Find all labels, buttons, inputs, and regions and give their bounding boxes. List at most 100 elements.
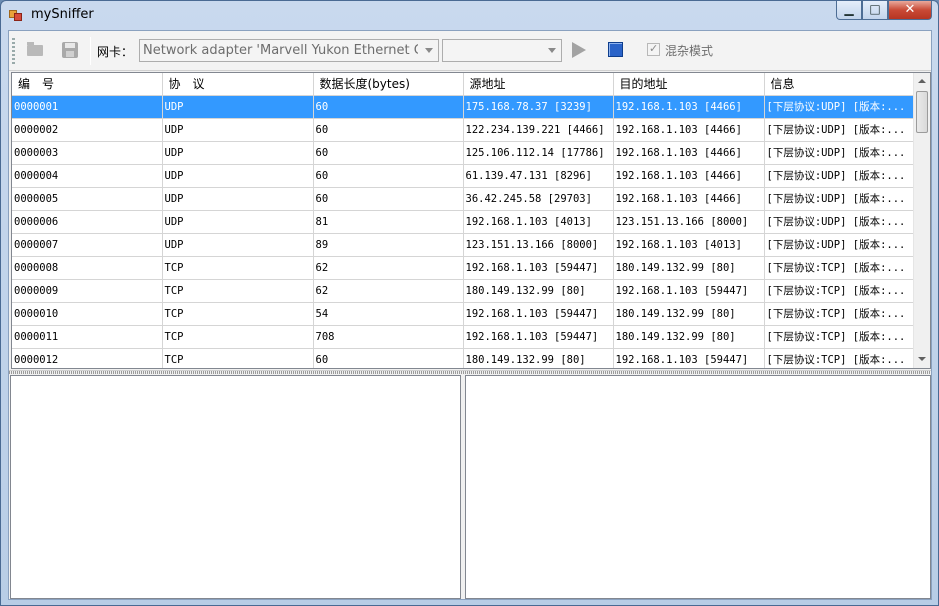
cell-source: 123.151.13.166 [8000] — [463, 233, 614, 257]
scroll-up-icon[interactable] — [914, 73, 930, 90]
table-row[interactable]: 0000010 TCP 54 192.168.1.103 [59447] 180.149… — [12, 302, 916, 326]
title-bar[interactable]: mySniffer ▁ □ ✕ — [1, 1, 938, 29]
cell-info: [下层协议:UDP] [版本:... — [764, 164, 916, 188]
nic-select[interactable]: Network adapter 'Marvell Yukon Ethernet … — [139, 39, 439, 62]
packet-list-scrollbar[interactable] — [913, 73, 930, 368]
cell-destination: 192.168.1.103 [4466] — [613, 95, 765, 119]
table-row[interactable]: 0000009 TCP 62 180.149.132.99 [80] 192.168.1… — [12, 279, 916, 303]
cell-destination: 180.149.132.99 [80] — [613, 325, 765, 349]
packet-list[interactable]: 编 号 协 议 数据长度(bytes) 源地址 目的地址 信息 0000001 U… — [11, 72, 931, 369]
cell-protocol: TCP — [162, 256, 314, 280]
cell-number: 0000005 — [12, 187, 163, 211]
chevron-down-icon[interactable] — [544, 40, 561, 61]
cell-destination: 192.168.1.103 [59447] — [613, 279, 765, 303]
cell-number: 0000010 — [12, 302, 163, 326]
maximize-icon: □ — [869, 2, 881, 16]
close-icon: ✕ — [904, 2, 916, 17]
table-row[interactable]: 0000004 UDP 60 61.139.47.131 [8296] 192.168.… — [12, 164, 916, 188]
cell-info: [下层协议:TCP] [版本:... — [764, 348, 916, 368]
cell-length: 62 — [313, 256, 464, 280]
packet-bytes-pane[interactable] — [465, 375, 931, 599]
packet-detail-pane[interactable] — [10, 375, 461, 599]
save-button[interactable] — [60, 40, 80, 60]
column-header-protocol[interactable]: 协 议 — [162, 73, 314, 96]
save-icon — [62, 42, 78, 58]
toolbar: 网卡： Network adapter 'Marvell Yukon Ether… — [9, 31, 931, 71]
cell-length: 60 — [313, 95, 464, 119]
cell-length: 54 — [313, 302, 464, 326]
cell-protocol: UDP — [162, 210, 314, 234]
minimize-button[interactable]: ▁ — [836, 1, 862, 20]
play-icon[interactable] — [572, 42, 586, 58]
cell-info: [下层协议:TCP] [版本:... — [764, 256, 916, 280]
cell-destination: 123.151.13.166 [8000] — [613, 210, 765, 234]
toolbar-separator — [90, 37, 91, 65]
scroll-thumb[interactable] — [916, 91, 928, 133]
cell-destination: 192.168.1.103 [4013] — [613, 233, 765, 257]
cell-source: 125.106.112.14 [17786] — [463, 141, 614, 165]
table-row[interactable]: 0000001 UDP 60 175.168.78.37 [3239] 192.168.… — [12, 95, 916, 119]
cell-source: 192.168.1.103 [59447] — [463, 302, 614, 326]
table-header-row: 编 号 协 议 数据长度(bytes) 源地址 目的地址 信息 — [12, 73, 916, 96]
cell-destination: 192.168.1.103 [4466] — [613, 118, 765, 142]
table-row[interactable]: 0000011 TCP 708 192.168.1.103 [59447] 180.14… — [12, 325, 916, 349]
cell-length: 60 — [313, 187, 464, 211]
column-header-source[interactable]: 源地址 — [463, 73, 614, 96]
cell-protocol: UDP — [162, 164, 314, 188]
cell-source: 175.168.78.37 [3239] — [463, 95, 614, 119]
promiscuous-label[interactable]: 混杂模式 — [665, 42, 713, 59]
folder-icon — [27, 42, 43, 56]
column-header-length[interactable]: 数据长度(bytes) — [313, 73, 464, 96]
cell-destination: 180.149.132.99 [80] — [613, 302, 765, 326]
cell-protocol: UDP — [162, 233, 314, 257]
cell-length: 60 — [313, 348, 464, 368]
packet-table-body: 0000001 UDP 60 175.168.78.37 [3239] 192.168.… — [12, 95, 916, 368]
cell-protocol: UDP — [162, 95, 314, 119]
chevron-down-icon[interactable] — [421, 40, 438, 61]
cell-number: 0000003 — [12, 141, 163, 165]
cell-number: 0000004 — [12, 164, 163, 188]
promiscuous-checkbox[interactable]: ✓ — [647, 42, 660, 56]
cell-source: 180.149.132.99 [80] — [463, 348, 614, 368]
table-row[interactable]: 0000012 TCP 60 180.149.132.99 [80] 192.168.1… — [12, 348, 916, 368]
cell-length: 60 — [313, 118, 464, 142]
toolbar-grip[interactable] — [12, 38, 15, 64]
table-row[interactable]: 0000007 UDP 89 123.151.13.166 [8000] 192.168… — [12, 233, 916, 257]
cell-length: 89 — [313, 233, 464, 257]
cell-protocol: UDP — [162, 118, 314, 142]
cell-info: [下层协议:UDP] [版本:... — [764, 187, 916, 211]
cell-length: 60 — [313, 141, 464, 165]
table-row[interactable]: 0000005 UDP 60 36.42.245.58 [29703] 192.168.… — [12, 187, 916, 211]
cell-info: [下层协议:UDP] [版本:... — [764, 233, 916, 257]
cell-source: 36.42.245.58 [29703] — [463, 187, 614, 211]
table-row[interactable]: 0000006 UDP 81 192.168.1.103 [4013] 123.151.… — [12, 210, 916, 234]
nic-label: 网卡： — [97, 45, 134, 59]
table-row[interactable]: 0000002 UDP 60 122.234.139.221 [4466] 192.16… — [12, 118, 916, 142]
cell-info: [下层协议:TCP] [版本:... — [764, 325, 916, 349]
cell-number: 0000006 — [12, 210, 163, 234]
column-header-number[interactable]: 编 号 — [12, 73, 163, 96]
cell-source: 61.139.47.131 [8296] — [463, 164, 614, 188]
scroll-down-icon[interactable] — [914, 351, 930, 368]
stop-icon[interactable] — [608, 42, 623, 57]
cell-info: [下层协议:UDP] [版本:... — [764, 95, 916, 119]
window-title: mySniffer — [31, 7, 94, 22]
open-button[interactable] — [25, 40, 45, 60]
cell-number: 0000011 — [12, 325, 163, 349]
column-header-info[interactable]: 信息 — [764, 73, 916, 96]
table-row[interactable]: 0000003 UDP 60 125.106.112.14 [17786] 192.16… — [12, 141, 916, 165]
horizontal-splitter[interactable] — [9, 370, 931, 374]
cell-source: 180.149.132.99 [80] — [463, 279, 614, 303]
cell-source: 192.168.1.103 [59447] — [463, 256, 614, 280]
filter-select[interactable] — [442, 39, 562, 62]
column-header-destination[interactable]: 目的地址 — [613, 73, 765, 96]
cell-destination: 192.168.1.103 [4466] — [613, 141, 765, 165]
app-icon — [9, 8, 23, 21]
cell-number: 0000007 — [12, 233, 163, 257]
cell-number: 0000001 — [12, 95, 163, 119]
cell-protocol: TCP — [162, 348, 314, 368]
close-button[interactable]: ✕ — [888, 1, 932, 20]
cell-protocol: TCP — [162, 279, 314, 303]
maximize-button[interactable]: □ — [862, 1, 888, 20]
table-row[interactable]: 0000008 TCP 62 192.168.1.103 [59447] 180.149… — [12, 256, 916, 280]
